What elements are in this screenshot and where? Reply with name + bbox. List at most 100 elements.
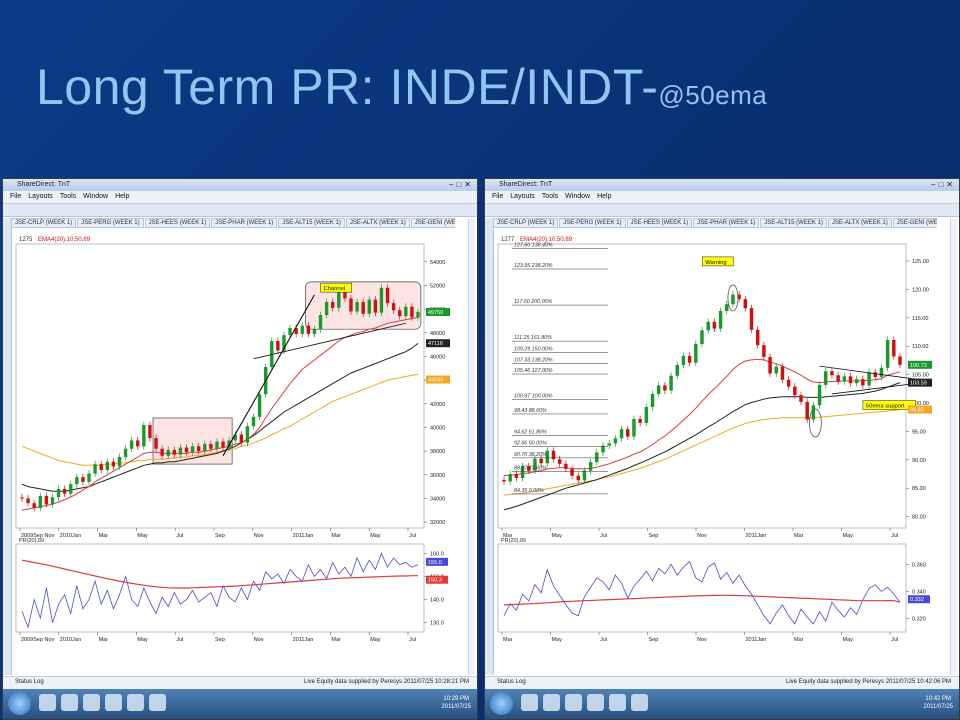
candle-body xyxy=(239,434,244,443)
annotation-label: Warning xyxy=(705,260,726,266)
tab-5[interactable]: JSE-ALTX (WEEK 1) xyxy=(827,218,892,228)
tab-2[interactable]: JSE-HEES (WEEK 1) xyxy=(144,218,211,228)
vertical-scrollbar[interactable] xyxy=(468,219,475,675)
side-panel[interactable] xyxy=(3,218,12,675)
taskbar-app-icon[interactable] xyxy=(105,694,122,711)
taskbar-app-icon[interactable] xyxy=(609,694,626,711)
candle-body xyxy=(805,401,809,420)
candle-body xyxy=(373,299,378,313)
menu-item-tools[interactable]: Tools xyxy=(60,193,76,200)
start-button-icon[interactable] xyxy=(8,692,31,715)
candle-body xyxy=(502,479,506,482)
candle-body xyxy=(32,503,36,508)
price-tag-label: 106.73 xyxy=(910,363,927,369)
menu-bar: File Layouts Tools Window Help xyxy=(485,191,959,204)
candle-body xyxy=(656,385,661,394)
candle-body xyxy=(539,458,543,464)
menu-item-window[interactable]: Window xyxy=(83,193,108,200)
tab-4[interactable]: JSE-ALT15 (WEEK 1) xyxy=(760,218,827,228)
candle-body xyxy=(26,498,30,504)
menu-item-window[interactable]: Window xyxy=(565,193,590,200)
x-tick-label: 2011Jan xyxy=(293,533,314,539)
x-tick-label: Mar xyxy=(331,533,341,539)
tab-0[interactable]: JSE-CRLP (WEEK 1) xyxy=(493,218,559,228)
taskbar-app-icon[interactable] xyxy=(543,694,560,711)
pr-x-tick-label: May xyxy=(370,637,381,643)
taskbar-app-icon[interactable] xyxy=(127,694,144,711)
candle-body xyxy=(87,473,91,482)
candle-body xyxy=(632,418,636,437)
consolidation-box xyxy=(152,417,233,465)
tab-0[interactable]: JSE-CRLP (WEEK 1) xyxy=(11,218,77,228)
tab-4[interactable]: JSE-ALT15 (WEEK 1) xyxy=(278,218,345,228)
menu-item-help[interactable]: Help xyxy=(597,193,611,200)
y-tick-label: 32000 xyxy=(430,520,445,526)
status-log-tab[interactable]: Status Log xyxy=(15,679,44,685)
window-controls[interactable]: –□✕ xyxy=(449,180,474,189)
x-tick-label: May xyxy=(370,533,381,539)
pr-x-tick-label: May xyxy=(552,637,563,643)
y-tick-label: 105.00 xyxy=(912,373,929,379)
side-panel[interactable] xyxy=(485,218,494,675)
tab-2[interactable]: JSE-HEES (WEEK 1) xyxy=(626,218,693,228)
fib-level-label: 88.27 23.60% xyxy=(514,466,547,472)
candle-body xyxy=(712,321,717,329)
pr-x-tick-label: Mar xyxy=(331,637,341,643)
pr-panel-label: PR(20),89 xyxy=(19,538,44,544)
tab-3[interactable]: JSE-PHAR (WEEK 1) xyxy=(211,218,278,228)
taskbar-app-icon[interactable] xyxy=(39,694,56,711)
menu-item-layouts[interactable]: Layouts xyxy=(28,193,53,200)
x-tick-label: May xyxy=(552,533,563,539)
pr-x-tick-label: Nov xyxy=(254,637,264,643)
taskbar-app-icon[interactable] xyxy=(83,694,100,711)
tab-5[interactable]: JSE-ALTX (WEEK 1) xyxy=(345,218,410,228)
menu-item-file[interactable]: File xyxy=(10,193,21,200)
status-log-tab[interactable]: Status Log xyxy=(497,679,526,685)
candle-body xyxy=(245,426,250,443)
tab-1[interactable]: JSE-PERG (WEEK 1) xyxy=(77,218,144,228)
candle-body xyxy=(731,294,735,305)
menu-item-help[interactable]: Help xyxy=(115,193,129,200)
taskbar-app-icon[interactable] xyxy=(149,694,166,711)
start-button-icon[interactable] xyxy=(490,692,513,715)
x-tick-label: Sep xyxy=(215,533,225,539)
taskbar-app-icon[interactable] xyxy=(631,694,648,711)
pr-x-tick-label: 2011Jan xyxy=(746,637,767,643)
pr-tag-label: 155.0 xyxy=(428,560,442,566)
y-tick-label: 110.00 xyxy=(912,344,928,350)
pr-tag-label: 0.332 xyxy=(910,597,924,603)
taskbar-app-icon[interactable] xyxy=(587,694,604,711)
y-tick-label: 115.00 xyxy=(912,316,928,322)
menu-item-file[interactable]: File xyxy=(492,193,503,200)
taskbar-app-icon[interactable] xyxy=(521,694,538,711)
taskbar: 10:29 PM 2011/07/25 xyxy=(3,689,477,719)
toolbar xyxy=(485,204,959,217)
candle-body xyxy=(743,299,748,309)
taskbar-app-icon[interactable] xyxy=(61,694,78,711)
x-tick-label: 2010Jan xyxy=(60,533,81,539)
candle-body xyxy=(681,355,686,365)
candle-body xyxy=(607,443,611,446)
menu-item-layouts[interactable]: Layouts xyxy=(510,193,535,200)
tab-6[interactable]: JSE-GENI (WEEK 1) xyxy=(892,218,937,228)
left-screenshot: ShareDirect: TnT –□✕ File Layouts Tools Windo… xyxy=(2,178,478,720)
tab-3[interactable]: JSE-PHAR (WEEK 1) xyxy=(693,218,760,228)
candle-body xyxy=(755,329,760,346)
tab-1[interactable]: JSE-PERG (WEEK 1) xyxy=(559,218,626,228)
fib-level-label: 123.95 238.20% xyxy=(514,263,553,269)
taskbar-app-icon[interactable] xyxy=(565,694,582,711)
candle-body xyxy=(93,464,97,474)
candle-body xyxy=(687,355,692,363)
y-tick-label: 125.00 xyxy=(912,259,929,265)
vertical-scrollbar[interactable] xyxy=(950,219,957,675)
window-controls[interactable]: –□✕ xyxy=(931,180,956,189)
menu-item-tools[interactable]: Tools xyxy=(542,193,558,200)
pr-y-tick-label: 0.320 xyxy=(912,616,926,622)
price-tag-label: 47116 xyxy=(428,341,443,347)
candle-body xyxy=(105,461,109,471)
title-main: Long Term PR: INDE/INDT- xyxy=(36,59,659,115)
tab-6[interactable]: JSE-GENI (WEEK 1) xyxy=(410,218,455,228)
x-tick-label: Nov xyxy=(697,533,707,539)
candle-body xyxy=(410,306,414,318)
candle-body xyxy=(166,449,170,456)
